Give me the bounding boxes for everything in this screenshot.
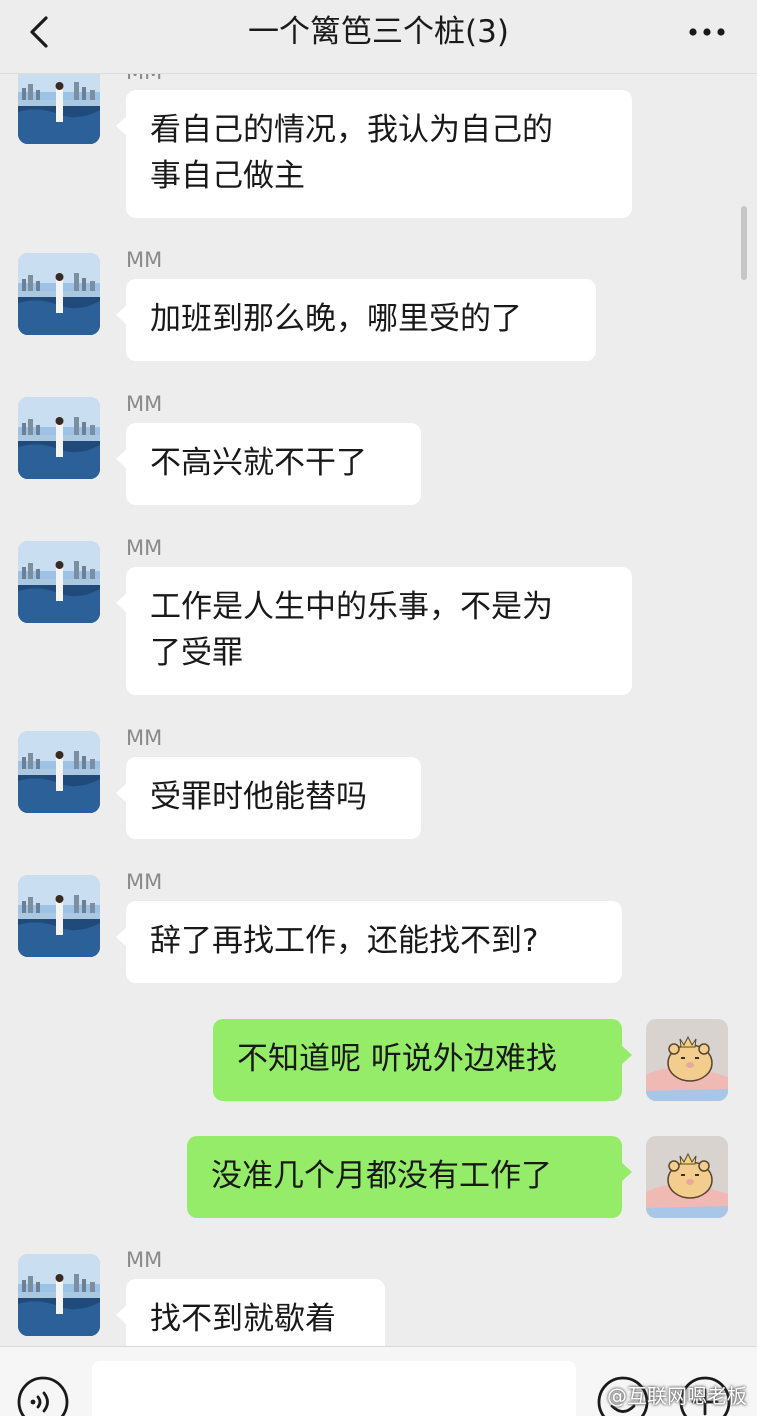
sender-name: MM [126,536,163,560]
voice-button[interactable] [16,1375,70,1416]
sender-name: MM [126,1248,163,1272]
avatar[interactable] [18,397,100,479]
avatar[interactable] [18,253,100,335]
sender-name: MM [126,726,163,750]
chat-header: 一个篱笆三个桩(3) [0,0,757,74]
scrollbar[interactable] [741,206,747,280]
message-list[interactable]: MM 看自己的情况，我认为自己的 事自己做主 MM 加班到那么晚，哪里受的了 M… [0,74,757,1346]
sender-name: MM [126,870,163,894]
avatar[interactable] [18,875,100,957]
message-bubble[interactable]: 不高兴就不干了 [116,423,421,505]
avatar-self[interactable] [646,1136,728,1218]
sender-name: MM [126,392,163,416]
message-bubble[interactable]: 找不到就歇着 [116,1279,385,1346]
ellipsis-icon [689,28,725,36]
avatar[interactable] [18,1254,100,1336]
message-bubble-outgoing[interactable]: 不知道呢 听说外边难找 [213,1019,632,1101]
more-button[interactable] [685,18,729,46]
avatar[interactable] [18,74,100,144]
watermark: @互联网嗯老板 [607,1384,747,1408]
chat-title: 一个篱笆三个桩(3) [248,14,509,50]
message-bubble[interactable]: 加班到那么晚，哪里受的了 [116,279,596,361]
message-bubble[interactable]: 工作是人生中的乐事，不是为 了受罪 [116,567,632,695]
message-bubble[interactable]: 受罪时他能替吗 [116,757,421,839]
voice-icon [17,1376,69,1416]
sender-name: MM [126,248,163,272]
avatar[interactable] [18,731,100,813]
message-bubble[interactable]: 看自己的情况，我认为自己的 事自己做主 [116,90,632,218]
message-bubble[interactable]: 辞了再找工作，还能找不到? [116,901,622,983]
avatar-self[interactable] [646,1019,728,1101]
message-input[interactable] [92,1361,576,1416]
message-bubble-outgoing[interactable]: 没准几个月都没有工作了 [187,1136,632,1218]
sender-name: MM [126,74,162,84]
avatar[interactable] [18,541,100,623]
